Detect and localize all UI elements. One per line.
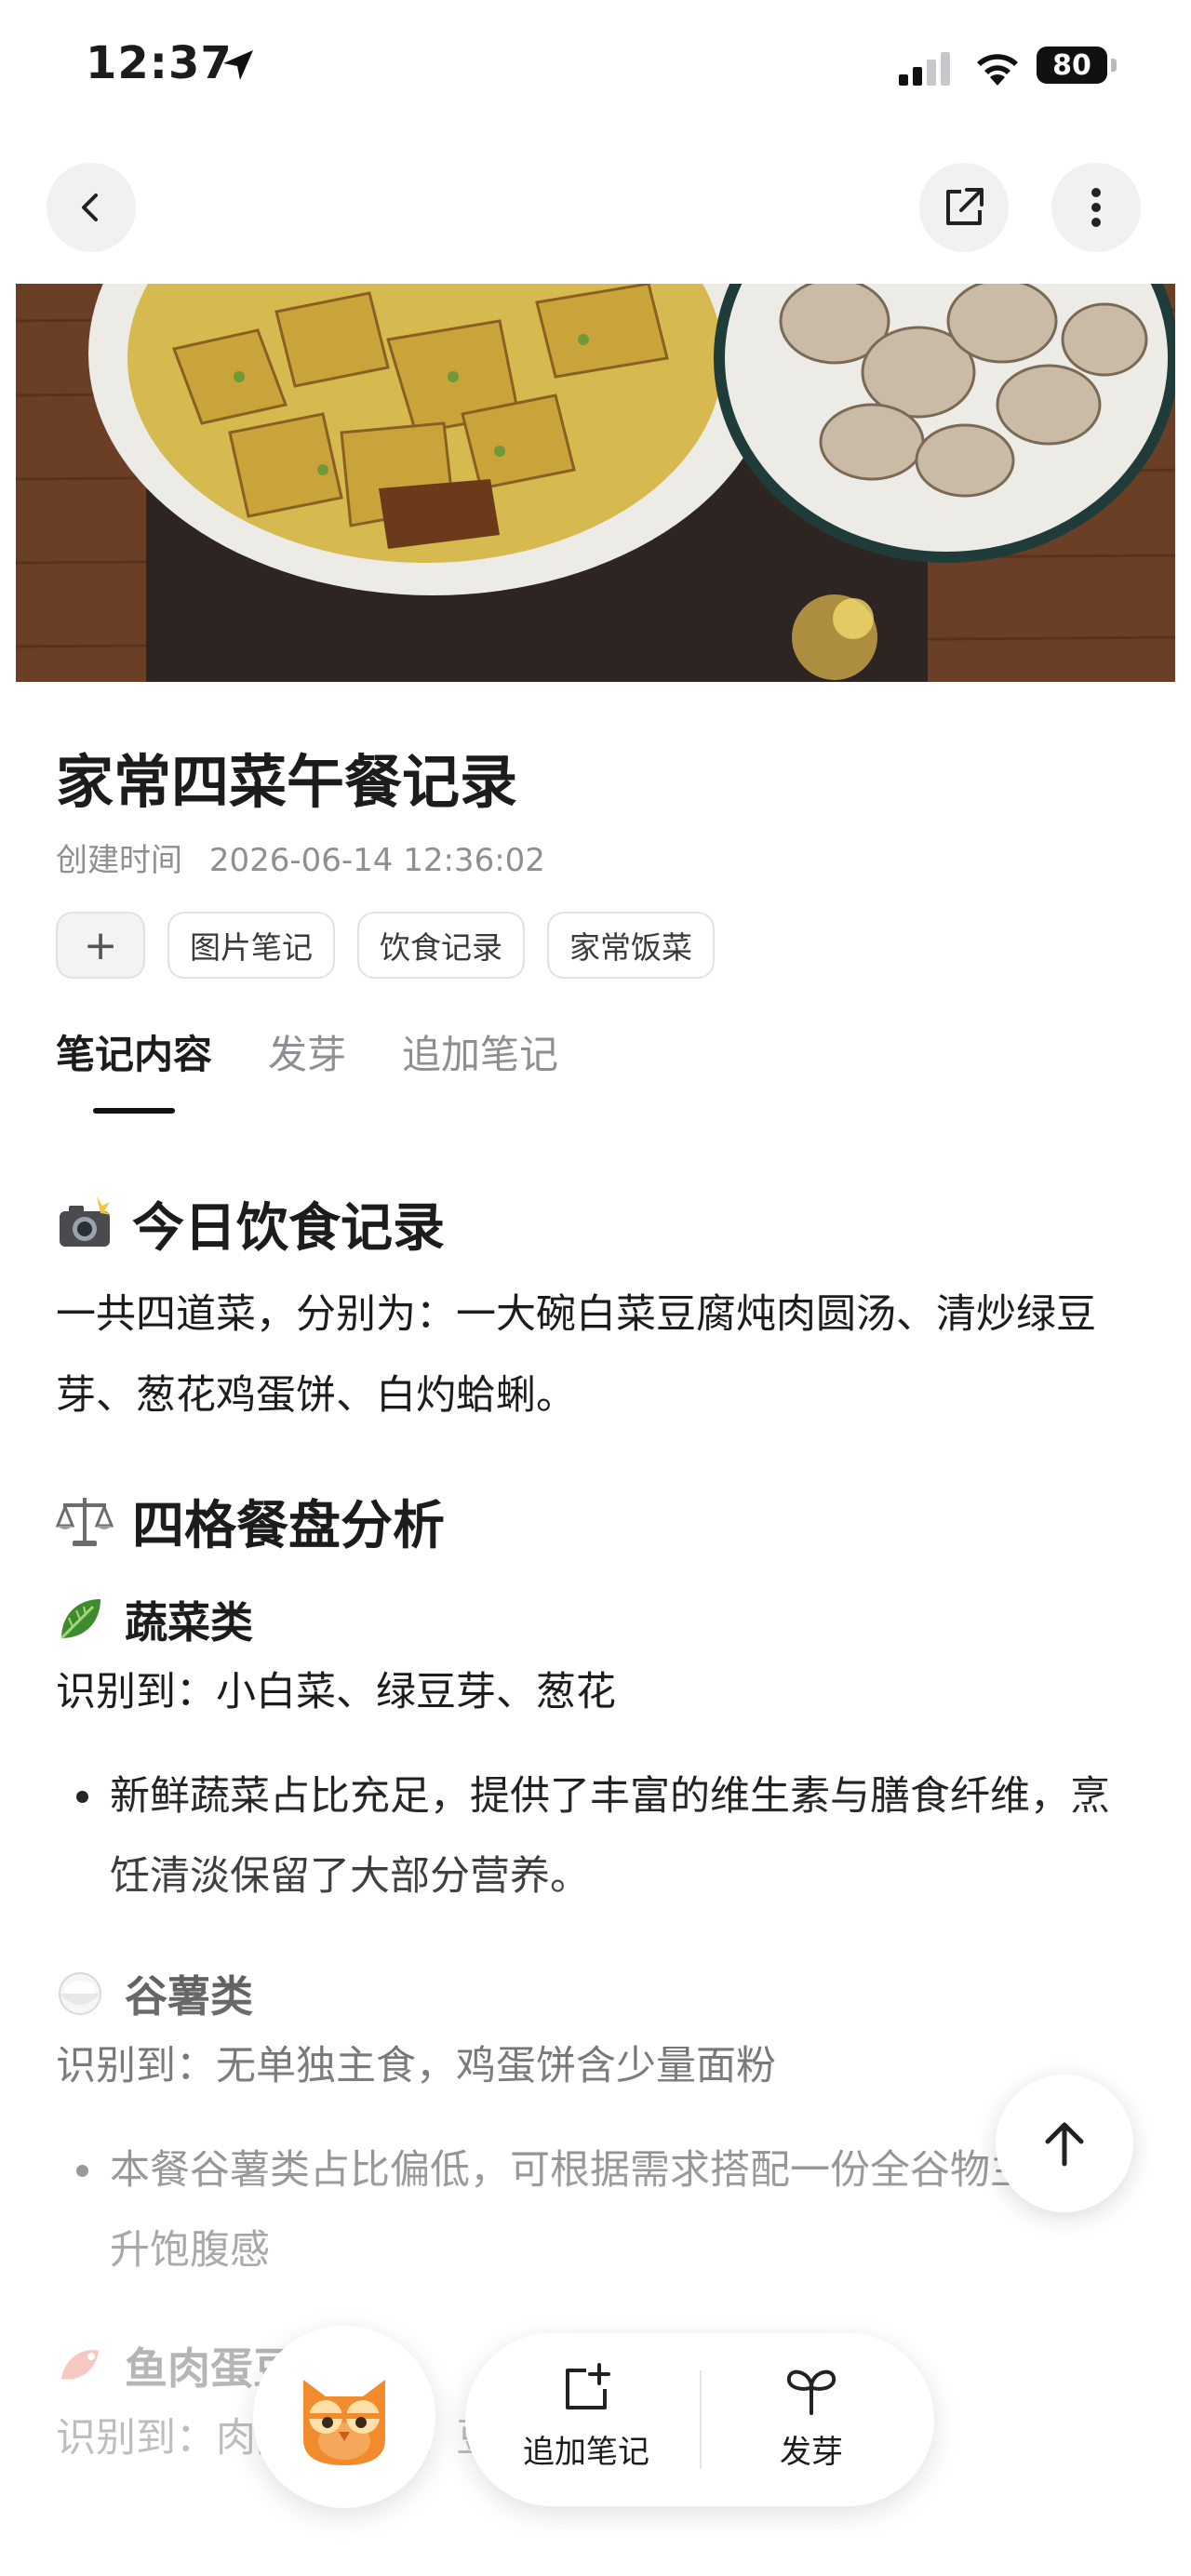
content-tabs: 笔记内容 发芽 追加笔记 — [56, 1023, 558, 1114]
share-external-icon — [946, 188, 984, 225]
food-group-heading: 谷薯类 — [56, 1961, 1135, 2026]
back-button[interactable] — [47, 163, 136, 252]
cellular-signal-icon — [899, 52, 950, 86]
tag-chip[interactable]: 饮食记录 — [357, 912, 525, 979]
identified-items: 识别到：无单独主食，鸡蛋饼含少量面粉 — [56, 2043, 776, 2089]
sprout-button[interactable]: 发芽 — [718, 2361, 904, 2482]
action-divider — [700, 2370, 702, 2469]
identified-items: 识别到：小白菜、绿豆芽、葱花 — [56, 1669, 616, 1715]
bullet-dot — [56, 1756, 110, 1916]
note-content: 今日饮食记录 一共四道菜，分别为：一大碗白菜豆腐炖肉圆汤、清炒绿豆芽、葱花鸡蛋饼… — [56, 1181, 1135, 2478]
fish-meat-icon — [61, 2350, 99, 2380]
status-time: 12:37 — [86, 37, 233, 89]
more-options-button[interactable] — [1051, 163, 1141, 252]
add-note-label: 追加笔记 — [523, 2434, 649, 2471]
share-button[interactable] — [919, 163, 1009, 252]
note-title: 家常四菜午餐记录 — [56, 748, 518, 816]
tag-chip[interactable]: 图片笔记 — [167, 912, 335, 979]
created-label: 创建时间 — [56, 842, 182, 879]
tab-add-note[interactable]: 追加笔记 — [402, 1023, 558, 1080]
analysis-text: 新鲜蔬菜占比充足，提供了丰富的维生素与膳食纤维，烹饪清淡保留了大部分营养。 — [110, 1773, 1110, 1900]
tab-note-content[interactable]: 笔记内容 — [56, 1023, 212, 1114]
vertical-ellipsis-icon — [1091, 188, 1101, 227]
analysis-bullet: 新鲜蔬菜占比充足，提供了丰富的维生素与膳食纤维，烹饪清淡保留了大部分营养。 — [56, 1756, 1135, 1916]
section-title: 今日饮食记录 — [132, 1197, 445, 1259]
assistant-owl-button[interactable] — [253, 2326, 435, 2508]
analysis-bullet: 本餐谷薯类占比偏低，可根据需求搭配一份全谷物主食提升饱腹感 — [56, 2130, 1135, 2290]
leafy-green-icon — [60, 1599, 100, 1640]
meal-photo-illustration — [16, 284, 1175, 682]
section-heading: 今日饮食记录 — [56, 1181, 1135, 1265]
rice-bowl-icon — [59, 1972, 101, 2015]
food-group-title: 谷薯类 — [125, 1971, 253, 2022]
wifi-icon — [977, 54, 1018, 86]
add-tag-button[interactable]: + — [56, 912, 145, 979]
battery-level: 80 — [1052, 49, 1091, 82]
location-arrow-icon — [223, 50, 253, 80]
created-time-row: 创建时间 2026-06-14 12:36:02 — [56, 834, 545, 880]
food-group-title: 蔬菜类 — [125, 1597, 253, 1648]
bottom-action-bar: 追加笔记 发芽 — [465, 2333, 934, 2506]
scroll-to-top-button[interactable] — [996, 2075, 1133, 2212]
add-note-button[interactable]: 追加笔记 — [493, 2361, 679, 2482]
tab-sprout[interactable]: 发芽 — [268, 1023, 346, 1080]
section-heading: 四格餐盘分析 — [56, 1479, 1135, 1563]
bullet-dot — [56, 2130, 110, 2290]
meal-photo[interactable] — [16, 284, 1175, 682]
status-bar: 12:37 80 — [0, 0, 1191, 140]
add-note-icon — [566, 2363, 610, 2409]
created-timestamp: 2026-06-14 12:36:02 — [208, 842, 545, 879]
sprout-label: 发芽 — [780, 2434, 843, 2471]
section-title: 四格餐盘分析 — [132, 1495, 445, 1556]
sprout-icon — [786, 2369, 836, 2415]
food-group-heading: 蔬菜类 — [56, 1587, 1135, 1652]
tag-list: + 图片笔记 饮食记录 家常饭菜 — [56, 912, 715, 979]
chevron-left-icon — [82, 194, 98, 221]
meal-summary-text: 一共四道菜，分别为：一大碗白菜豆腐炖肉圆汤、清炒绿豆芽、葱花鸡蛋饼、白灼蛤蜊。 — [56, 1291, 1096, 1419]
balance-scale-icon — [56, 1498, 114, 1546]
battery-icon: 80 — [1037, 47, 1118, 84]
analysis-text: 本餐谷薯类占比偏低，可根据需求搭配一份全谷物主食提升饱腹感 — [110, 2147, 1110, 2274]
camera-flash-icon — [60, 1196, 112, 1247]
arrow-up-icon — [1045, 2122, 1084, 2167]
owl-mascot-icon — [303, 2380, 385, 2465]
tag-chip[interactable]: 家常饭菜 — [547, 912, 715, 979]
